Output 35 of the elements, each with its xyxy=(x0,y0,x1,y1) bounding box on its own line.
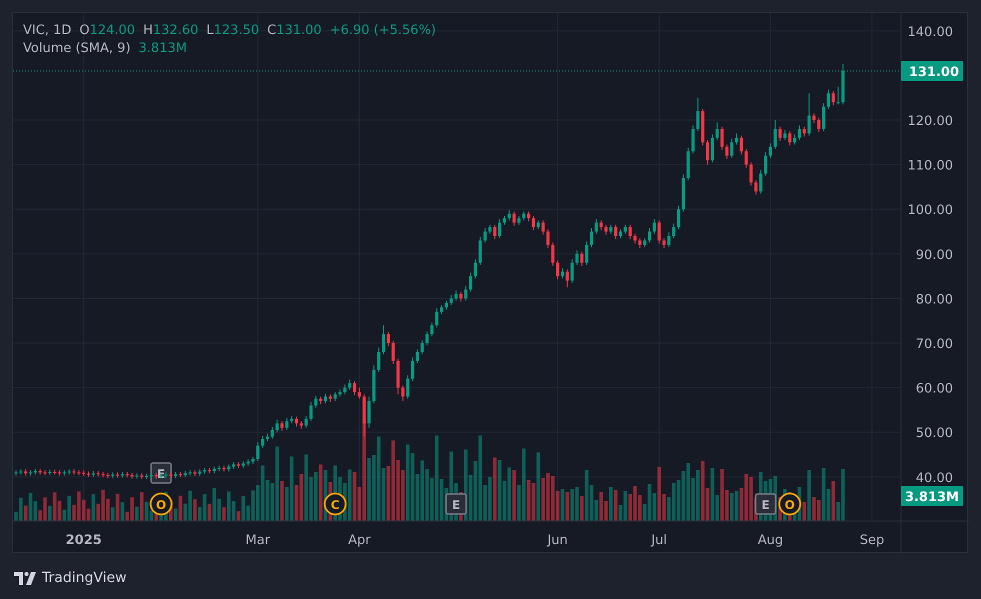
time-axis-label: Sep xyxy=(860,533,884,548)
price-axis-label: 80.00 xyxy=(916,292,953,308)
event-marker[interactable]: C xyxy=(324,492,347,516)
price-axis-label: 40.00 xyxy=(916,470,953,486)
time-axis-label: Jul xyxy=(651,533,668,548)
price-axis-label: 110.00 xyxy=(908,158,953,174)
ohlc-value: C131.00 xyxy=(267,23,322,38)
price-axis-label: 60.00 xyxy=(916,382,953,397)
time-axis-label: Mar xyxy=(246,533,270,548)
price-axis-label: 140.00 xyxy=(908,24,953,40)
ohlc-value: O124.00 xyxy=(79,23,136,38)
volume-value: 3.813M xyxy=(138,41,187,56)
price-axis-label: 90.00 xyxy=(916,248,953,263)
price-axis-label: 70.00 xyxy=(916,337,953,352)
time-axis-label: Apr xyxy=(348,533,371,548)
time-axis-label: Jun xyxy=(547,533,568,548)
ohlc-value: L123.50 xyxy=(206,23,260,38)
logo-icon xyxy=(14,572,36,584)
event-marker[interactable]: O xyxy=(778,492,802,516)
event-marker[interactable]: O xyxy=(150,492,172,516)
volume-tag: 3.813M xyxy=(901,486,963,506)
price-axis-label: 100.00 xyxy=(908,203,953,218)
brand-name: TradingView xyxy=(42,570,127,586)
time-axis-label: 2025 xyxy=(66,533,102,548)
time-axis-label: Aug xyxy=(758,533,784,548)
price-axis-label: 50.00 xyxy=(916,426,953,442)
earnings-marker[interactable]: E xyxy=(754,493,776,515)
last-price-tag: 131.00 xyxy=(901,60,963,81)
price-axis-label: 120.00 xyxy=(908,114,953,130)
change-value: +6.90 (+5.56%) xyxy=(330,23,436,38)
symbol-label: VIC, 1D xyxy=(23,23,72,38)
earnings-marker[interactable]: E xyxy=(445,493,467,515)
ohlc-value: H132.60 xyxy=(143,23,198,38)
ref-line-label: 131.00 xyxy=(908,64,959,80)
volume-label: Volume (SMA, 9) xyxy=(23,41,131,56)
